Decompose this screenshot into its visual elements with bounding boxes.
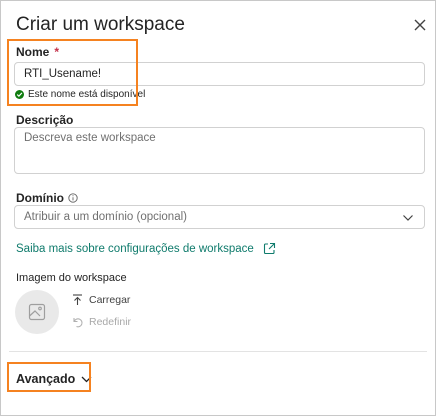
required-marker: * <box>54 45 60 59</box>
name-validation: Este nome está disponível <box>15 89 145 100</box>
domain-select[interactable]: Atribuir a um domínio (opcional) <box>14 205 425 229</box>
image-icon <box>28 303 46 321</box>
info-icon[interactable] <box>68 193 78 203</box>
learn-more-link[interactable]: Saiba mais sobre configurações de worksp… <box>16 242 276 255</box>
learn-more-text: Saiba mais sobre configurações de worksp… <box>16 242 254 255</box>
upload-icon <box>73 294 82 305</box>
advanced-label: Avançado <box>16 372 76 386</box>
description-textarea[interactable]: Descreva este workspace <box>14 127 425 174</box>
domain-label-text: Domínio <box>16 191 64 205</box>
chevron-down-icon <box>403 215 413 221</box>
chevron-down-icon <box>81 376 92 382</box>
workspace-image-placeholder <box>15 290 59 334</box>
description-label: Descrição <box>16 113 74 127</box>
upload-label: Carregar <box>89 294 131 306</box>
domain-placeholder: Atribuir a um domínio (opcional) <box>24 211 187 223</box>
check-circle-icon <box>15 90 24 99</box>
divider <box>9 351 427 352</box>
description-placeholder: Descreva este workspace <box>24 132 156 144</box>
name-label: Nome * <box>16 45 59 59</box>
close-icon[interactable] <box>411 16 429 34</box>
upload-button[interactable]: Carregar <box>72 294 130 306</box>
dialog-title: Criar um workspace <box>16 14 185 35</box>
name-label-text: Nome <box>16 45 50 59</box>
name-input[interactable]: RTI_Usename! <box>14 62 425 86</box>
advanced-toggle[interactable]: Avançado <box>16 372 92 386</box>
name-input-value: RTI_Usename! <box>24 68 102 80</box>
validation-text: Este nome está disponível <box>28 89 146 100</box>
undo-icon <box>73 318 83 328</box>
image-label: Imagem do workspace <box>16 272 127 284</box>
external-link-icon <box>263 242 275 255</box>
create-workspace-dialog: Criar um workspace Nome * RTI_Usename! Es… <box>0 0 436 416</box>
reset-label: Redefinir <box>89 316 132 328</box>
domain-label: Domínio <box>16 191 78 205</box>
reset-button[interactable]: Redefinir <box>72 316 131 328</box>
